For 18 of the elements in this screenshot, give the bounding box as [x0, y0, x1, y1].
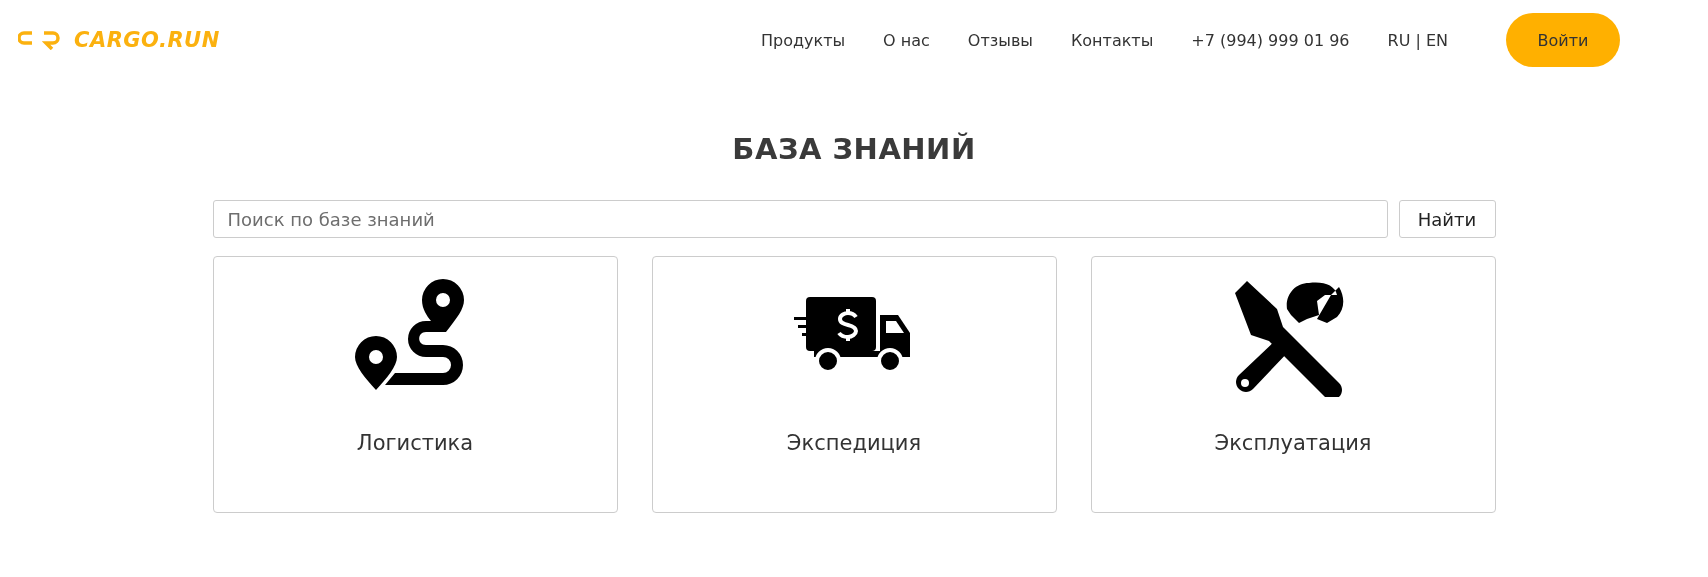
category-card[interactable]: Логистика	[212, 256, 618, 513]
nav-link[interactable]: Продукты	[760, 30, 846, 50]
card-label: Эксплуатация	[1214, 431, 1372, 455]
search-field[interactable]: Поиск по базе знаний	[212, 200, 1388, 238]
category-card[interactable]: Экспедиция	[651, 256, 1057, 513]
page-title: БАЗА ЗНАНИЙ	[732, 132, 976, 166]
search-button[interactable]: Найти	[1398, 200, 1496, 238]
nav-link[interactable]: Отзывы	[967, 30, 1033, 50]
nav-link[interactable]: +7 (994) 999 01 96	[1191, 30, 1350, 50]
logo-text: CARGO.RUN	[74, 28, 220, 52]
nav-link[interactable]: О нас	[883, 30, 930, 50]
nav-link[interactable]: Контакты	[1070, 30, 1154, 50]
card-label: Логистика	[356, 431, 474, 455]
nav-link[interactable]: RU | EN	[1387, 30, 1448, 50]
logo-icon	[18, 30, 62, 50]
login-button[interactable]: Войти	[1506, 13, 1620, 67]
card-label: Экспедиция	[786, 431, 922, 455]
category-card[interactable]: Эксплуатация	[1090, 256, 1496, 513]
